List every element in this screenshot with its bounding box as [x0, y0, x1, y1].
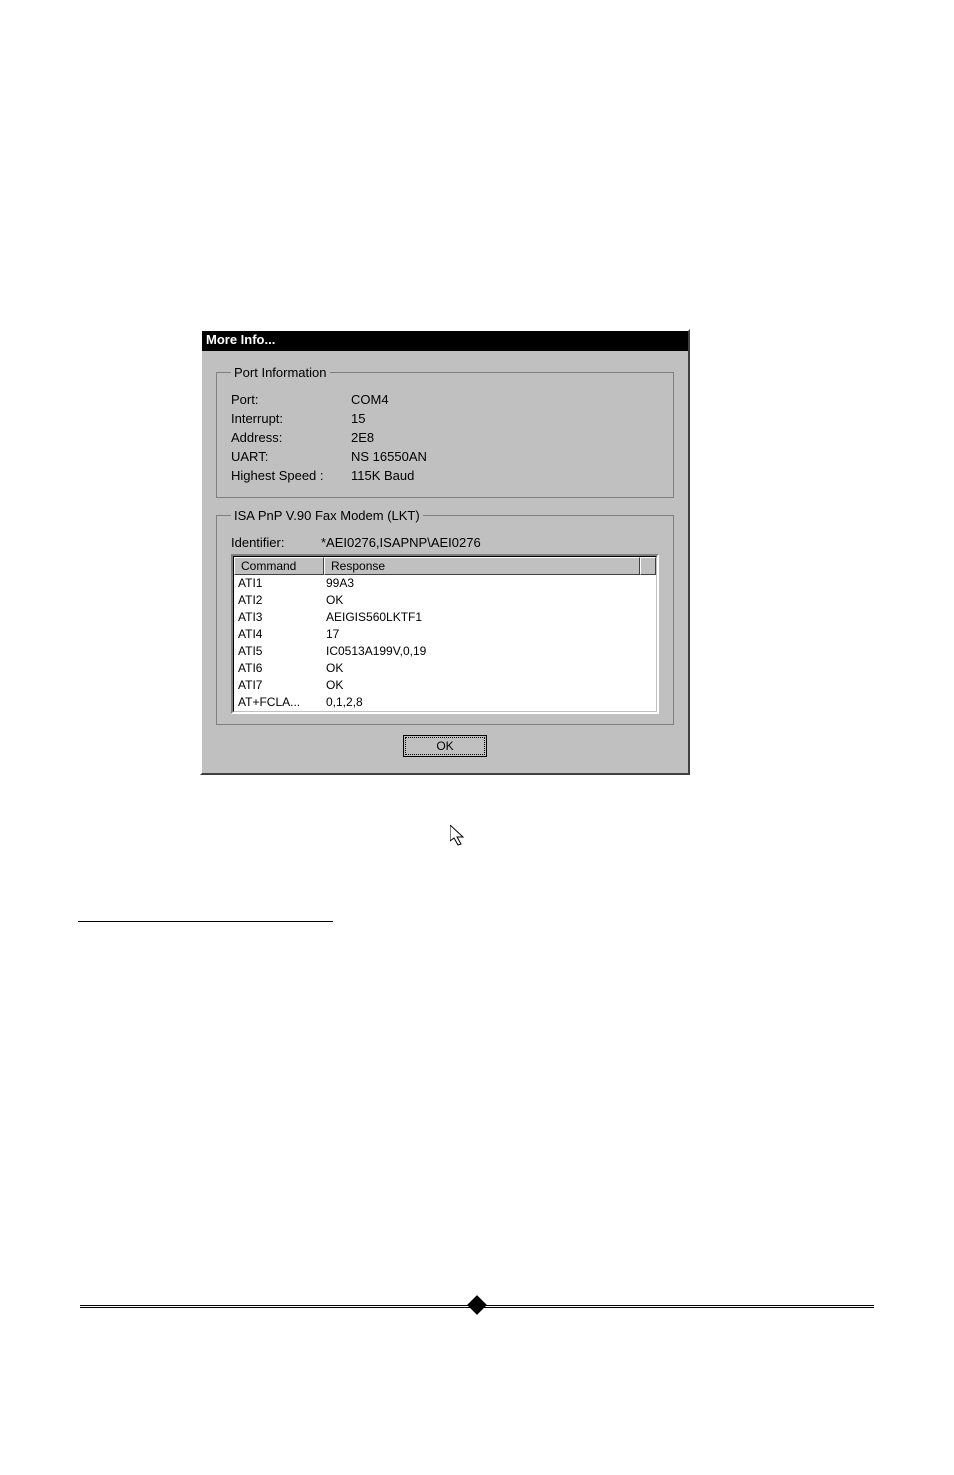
port-information-legend: Port Information: [231, 365, 330, 380]
list-item[interactable]: ATI3AEIGIS560LKTF1: [238, 609, 652, 626]
cell-command: ATI2: [238, 592, 326, 609]
cell-command: ATI3: [238, 609, 326, 626]
cell-response: AEIGIS560LKTF1: [326, 609, 422, 626]
underline-decor: [78, 921, 333, 922]
identifier-value: *AEI0276,ISAPNP\AEI0276: [321, 535, 481, 550]
list-item[interactable]: AT+FCLA...0,1,2,8: [238, 694, 652, 711]
port-label: Port:: [231, 392, 351, 407]
uart-label: UART:: [231, 449, 351, 464]
list-item[interactable]: ATI199A3: [238, 575, 652, 592]
list-item[interactable]: ATI417: [238, 626, 652, 643]
port-information-group: Port Information Port:COM4 Interrupt:15 …: [216, 365, 674, 498]
modem-group: ISA PnP V.90 Fax Modem (LKT) Identifier:…: [216, 508, 674, 725]
ok-button[interactable]: OK: [403, 735, 487, 757]
interrupt-label: Interrupt:: [231, 411, 351, 426]
more-info-window: More Info... Port Information Port:COM4 …: [200, 329, 690, 775]
cell-command: AT+FCLA...: [238, 694, 326, 711]
address-label: Address:: [231, 430, 351, 445]
cell-response: IC0513A199V,0,19: [326, 643, 426, 660]
cell-response: 17: [326, 626, 339, 643]
cell-command: ATI6: [238, 660, 326, 677]
highest-speed-label: Highest Speed :: [231, 468, 351, 483]
address-value: 2E8: [351, 430, 374, 445]
modem-legend: ISA PnP V.90 Fax Modem (LKT): [231, 508, 423, 523]
interrupt-value: 15: [351, 411, 365, 426]
cell-response: OK: [326, 592, 343, 609]
highest-speed-value: 115K Baud: [351, 468, 414, 483]
cell-response: 99A3: [326, 575, 354, 592]
cursor-icon: [450, 825, 470, 849]
list-item[interactable]: ATI5IC0513A199V,0,19: [238, 643, 652, 660]
cell-response: 0,1,2,8: [326, 694, 363, 711]
cell-command: ATI1: [238, 575, 326, 592]
cell-response: OK: [326, 677, 343, 694]
header-command[interactable]: Command: [234, 557, 324, 575]
cell-command: ATI4: [238, 626, 326, 643]
window-title: More Info...: [206, 332, 275, 347]
footer-decor: [80, 1305, 874, 1308]
cell-response: OK: [326, 660, 343, 677]
header-response[interactable]: Response: [324, 557, 640, 575]
title-bar: More Info...: [202, 331, 688, 351]
header-spacer: [640, 557, 656, 575]
list-item[interactable]: ATI6OK: [238, 660, 652, 677]
port-value: COM4: [351, 392, 389, 407]
cell-command: ATI7: [238, 677, 326, 694]
response-list[interactable]: Command Response ATI199A3ATI2OKATI3AEIGI…: [231, 554, 659, 714]
uart-value: NS 16550AN: [351, 449, 427, 464]
cell-command: ATI5: [238, 643, 326, 660]
diamond-icon: [467, 1295, 487, 1315]
list-item[interactable]: ATI7OK: [238, 677, 652, 694]
list-header: Command Response: [234, 557, 656, 575]
identifier-label: Identifier:: [231, 535, 321, 550]
ok-button-label: OK: [405, 737, 485, 755]
list-item[interactable]: ATI2OK: [238, 592, 652, 609]
